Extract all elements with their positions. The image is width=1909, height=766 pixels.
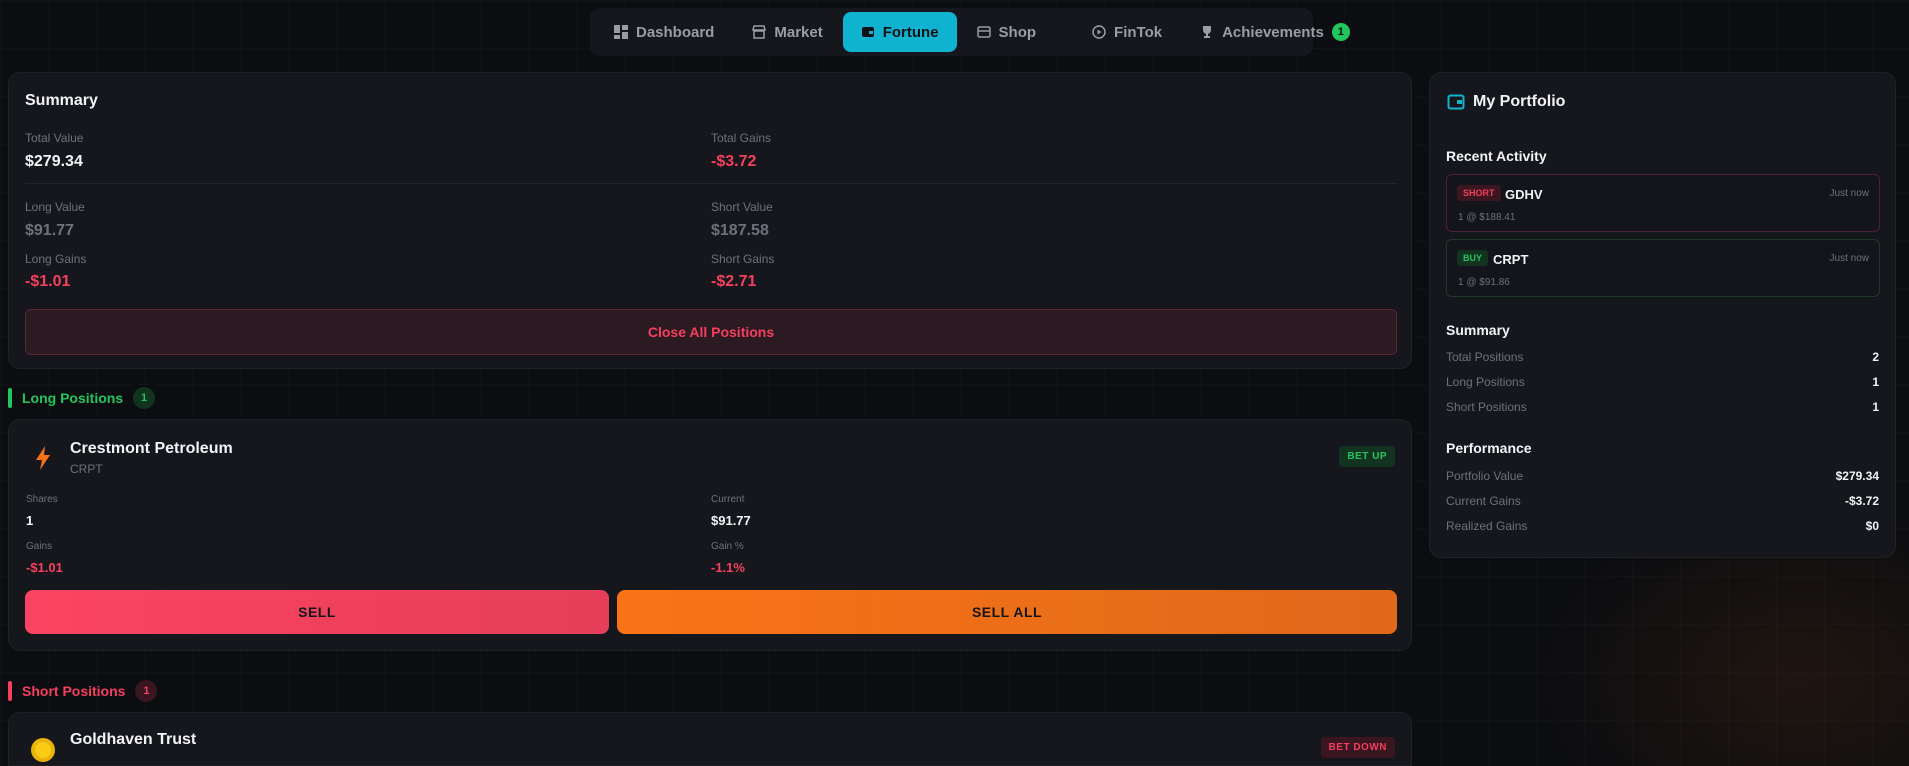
dashboard-icon <box>614 25 628 39</box>
long-position-name: Crestmont Petroleum <box>70 440 233 457</box>
activity-tag-buy: BUY <box>1457 250 1489 266</box>
summary-title: Summary <box>25 92 98 109</box>
short-positions-header: Short Positions 1 <box>8 680 158 702</box>
long-position-card: Crestmont Petroleum CRPT BET UP Shares 1… <box>8 419 1412 651</box>
portfolio-summary-title: Summary <box>1446 322 1510 338</box>
total-positions-value: 2 <box>1872 350 1879 364</box>
gains-value: -$1.01 <box>26 560 63 575</box>
gains-label: Gains <box>26 541 53 552</box>
nav-fortune[interactable]: Fortune <box>842 12 957 52</box>
long-value: $91.77 <box>25 222 74 239</box>
long-gains: -$1.01 <box>25 273 71 290</box>
activity-item[interactable]: BUY CRPT Just now 1 @ $91.86 <box>1446 239 1880 297</box>
short-positions-title: Short Positions <box>22 683 126 699</box>
nav-fortune-label: Fortune <box>882 23 939 41</box>
short-position-name: Goldhaven Trust <box>70 731 197 748</box>
current-value: $91.77 <box>711 513 751 528</box>
trophy-icon <box>1203 26 1212 38</box>
nav-dashboard-label: Dashboard <box>636 23 715 41</box>
nav-market-label: Market <box>774 23 823 41</box>
shares-label: Shares <box>26 494 58 505</box>
activity-ticker: CRPT <box>1493 252 1529 267</box>
shares-value: 1 <box>26 513 34 528</box>
realized-gains-value: $0 <box>1865 519 1879 533</box>
top-nav: Dashboard Market Fortune Shop FinTok Ach… <box>590 8 1350 56</box>
activity-time: Just now <box>1829 253 1869 264</box>
short-positions-count: 1 <box>135 680 158 702</box>
short-positions-value: 1 <box>1872 400 1879 414</box>
bet-up-badge: BET UP <box>1339 446 1395 467</box>
nav-fintok-label: FinTok <box>1114 23 1163 41</box>
long-value-label: Long Value <box>25 200 85 214</box>
current-gains-value: -$3.72 <box>1844 494 1879 508</box>
total-value-label: Total Value <box>25 131 84 145</box>
activity-detail: 1 @ $91.86 <box>1458 277 1510 288</box>
nav-dashboard[interactable]: Dashboard <box>596 12 732 52</box>
nav-market[interactable]: Market <box>734 12 840 52</box>
recent-activity-title: Recent Activity <box>1446 148 1547 164</box>
long-positions-header: Long Positions 1 <box>8 387 156 409</box>
short-gains: -$2.71 <box>711 273 757 290</box>
activity-item[interactable]: SHORT GDHV Just now 1 @ $188.41 <box>1446 174 1880 232</box>
summary-card: Summary Total Value $279.34 Total Gains … <box>8 72 1412 369</box>
short-position-card: Goldhaven Trust BET DOWN <box>8 712 1412 766</box>
short-value: $187.58 <box>711 222 769 239</box>
long-positions-count: 1 <box>133 387 156 409</box>
short-gains-label: Short Gains <box>711 252 775 266</box>
store-icon <box>752 25 767 39</box>
wallet-icon <box>1447 94 1465 110</box>
nav-achievements-label: Achievements <box>1222 23 1324 41</box>
sell-button[interactable]: SELL <box>25 590 609 634</box>
performance-title: Performance <box>1446 440 1532 456</box>
long-section-bar <box>8 388 12 408</box>
activity-detail: 1 @ $188.41 <box>1458 212 1516 223</box>
long-positions-title: Long Positions <box>22 390 124 406</box>
shop-icon <box>976 26 991 38</box>
activity-time: Just now <box>1829 188 1869 199</box>
activity-ticker: GDHV <box>1505 187 1543 202</box>
short-value-label: Short Value <box>711 200 773 214</box>
bet-down-badge: BET DOWN <box>1320 737 1395 758</box>
long-positions-value: 1 <box>1872 375 1879 389</box>
achievements-badge: 1 <box>1331 23 1350 41</box>
portfolio-title: My Portfolio <box>1473 93 1566 110</box>
total-positions-label: Total Positions <box>1446 350 1524 364</box>
long-position-ticker: CRPT <box>70 462 103 476</box>
realized-gains-label: Realized Gains <box>1446 519 1528 533</box>
bolt-icon <box>36 446 50 470</box>
portfolio-panel: My Portfolio Recent Activity SHORT GDHV … <box>1429 72 1896 558</box>
nav-shop[interactable]: Shop <box>959 12 1055 52</box>
portfolio-value-label: Portfolio Value <box>1446 469 1524 483</box>
close-all-positions-button[interactable]: Close All Positions <box>25 309 1397 355</box>
wallet-icon <box>861 27 874 37</box>
gain-pct-value: -1.1% <box>711 560 745 575</box>
sell-all-button[interactable]: SELL ALL <box>617 590 1397 634</box>
activity-tag-short: SHORT <box>1457 185 1501 201</box>
long-gains-label: Long Gains <box>25 252 87 266</box>
total-gains: -$3.72 <box>711 153 757 170</box>
nav-shop-label: Shop <box>998 23 1037 41</box>
current-label: Current <box>711 494 745 505</box>
long-positions-label: Long Positions <box>1446 375 1525 389</box>
total-value: $279.34 <box>25 153 83 170</box>
current-gains-label: Current Gains <box>1446 494 1521 508</box>
coin-icon <box>31 738 55 762</box>
play-circle-icon <box>1092 25 1106 39</box>
short-section-bar <box>8 681 12 701</box>
portfolio-value: $279.34 <box>1835 469 1879 483</box>
nav-achievements[interactable]: Achievements 1 <box>1182 12 1368 52</box>
gain-pct-label: Gain % <box>711 541 744 552</box>
summary-divider <box>25 183 1397 184</box>
total-gains-label: Total Gains <box>711 131 772 145</box>
short-positions-label: Short Positions <box>1446 400 1527 414</box>
nav-fintok[interactable]: FinTok <box>1074 12 1180 52</box>
